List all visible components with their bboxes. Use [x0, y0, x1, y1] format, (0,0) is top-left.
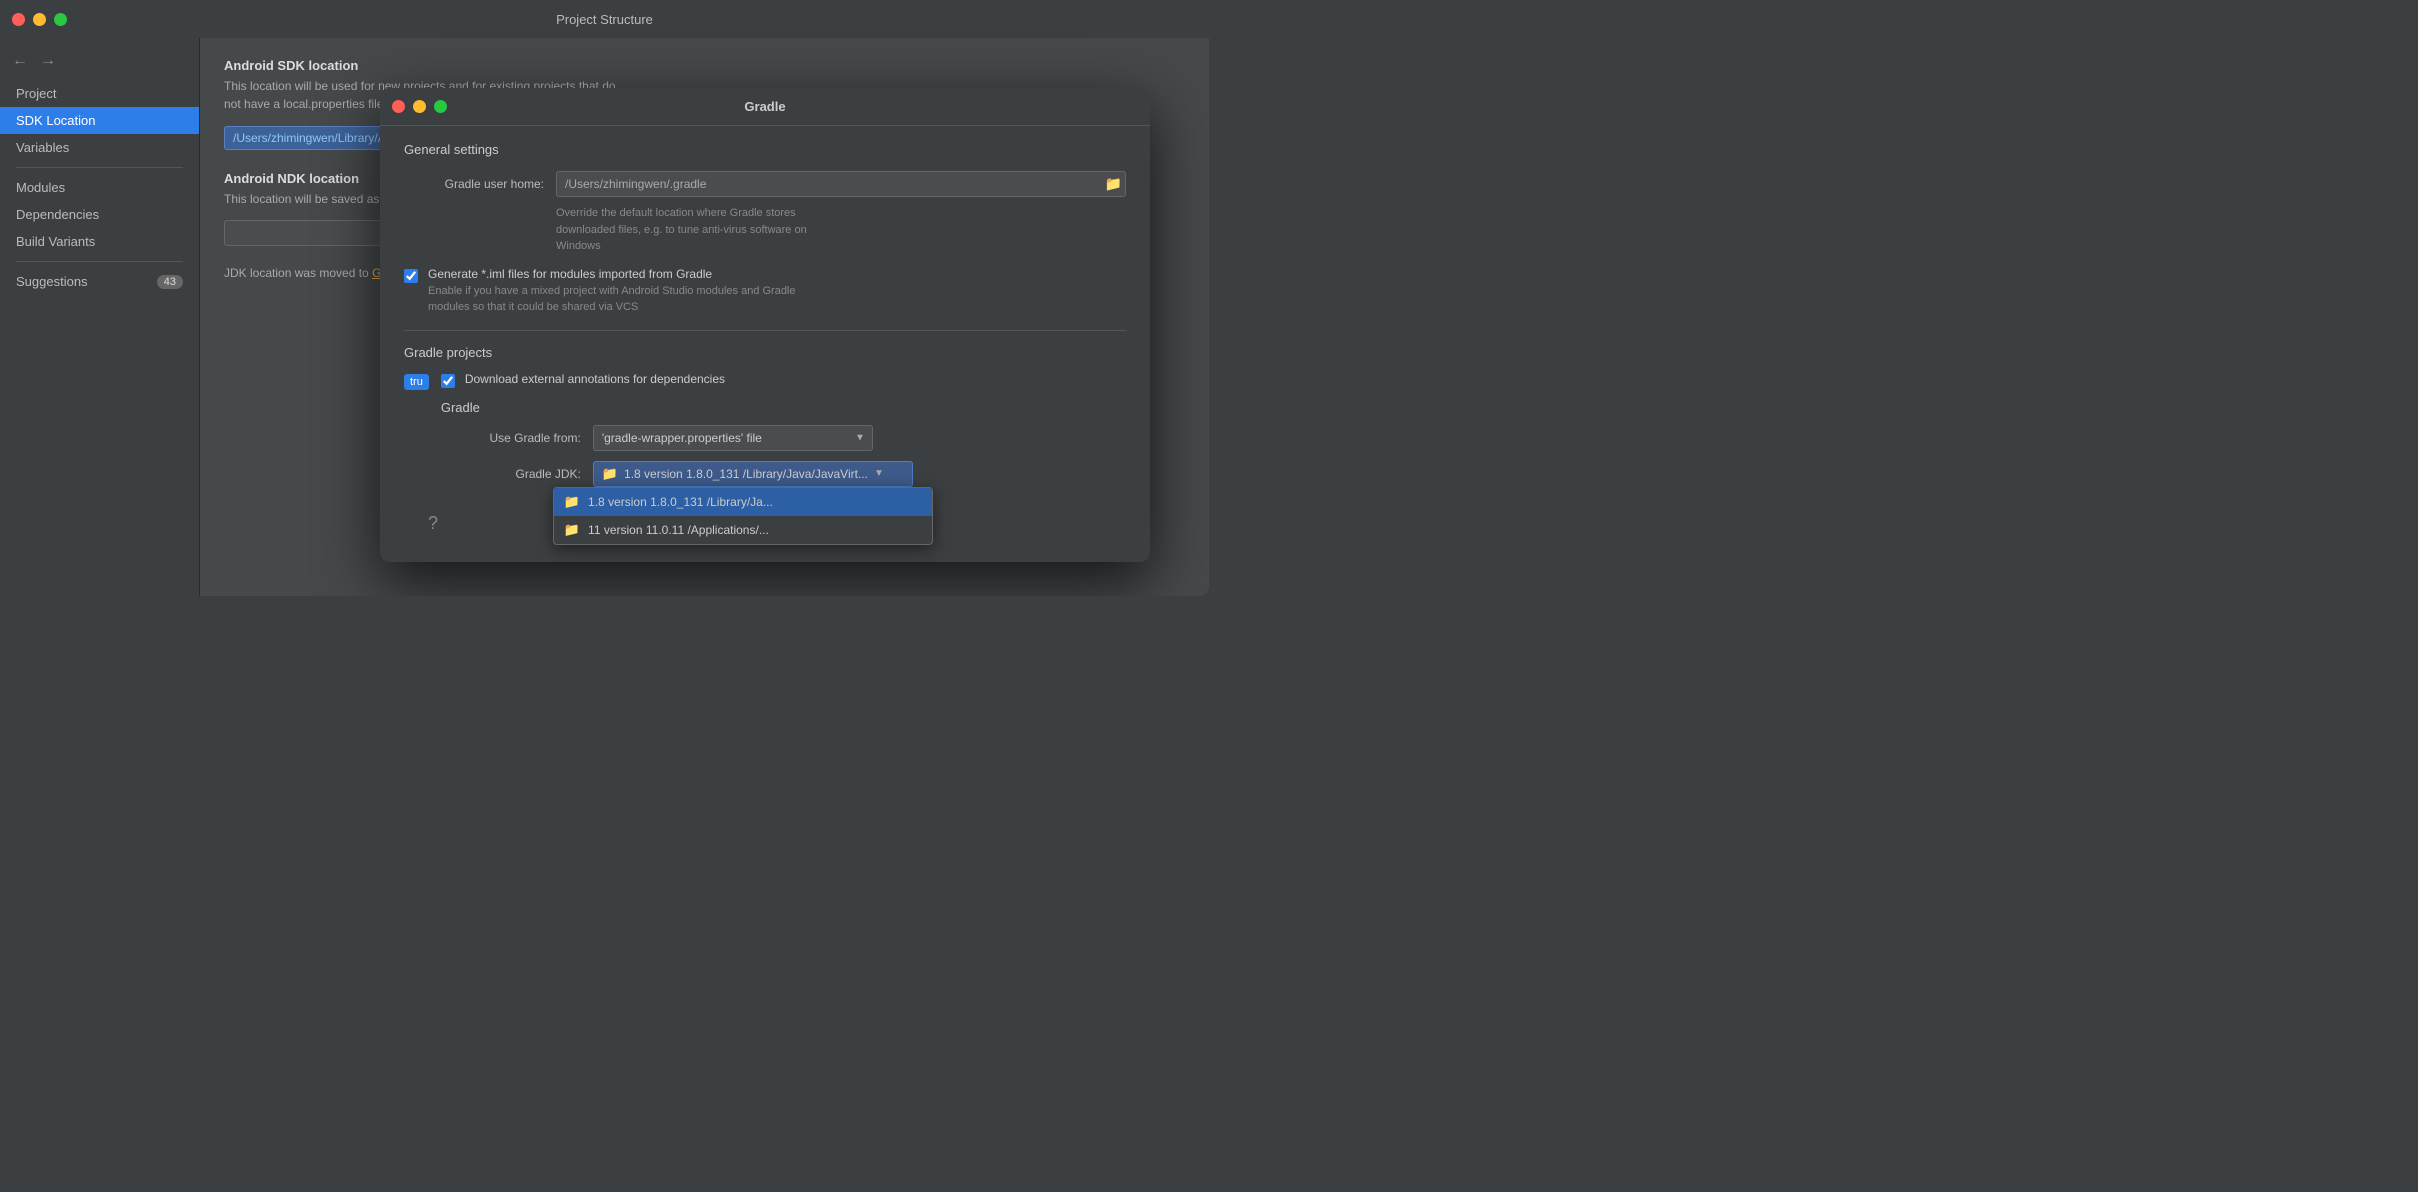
use-gradle-from-select-wrap: 'gradle-wrapper.properties' file Specifi… [593, 425, 873, 451]
sidebar-item-variables[interactable]: Variables [0, 134, 199, 161]
sidebar: ← → Project SDK Location Variables Modul… [0, 38, 200, 596]
gradle-traffic-lights [392, 100, 447, 113]
sidebar-item-dependencies[interactable]: Dependencies [0, 201, 199, 228]
generate-iml-row: Generate *.iml files for modules importe… [404, 267, 1126, 316]
gradle-modal-title: Gradle [744, 99, 785, 114]
main-title-bar: Project Structure [0, 0, 1209, 38]
use-gradle-from-label: Use Gradle from: [441, 431, 581, 445]
sidebar-nav: ← → [0, 46, 199, 80]
general-settings-title: General settings [404, 142, 1126, 157]
sidebar-divider-2 [16, 261, 183, 262]
main-close-button[interactable] [12, 13, 25, 26]
jdk-option-1-label: 1.8 version 1.8.0_131 /Library/Ja... [588, 495, 773, 509]
main-traffic-lights [12, 13, 67, 26]
download-annotations-checkbox[interactable] [441, 374, 455, 388]
gradle-divider [404, 330, 1126, 331]
jdk-option-2-icon: 📁 [564, 522, 580, 538]
project-tag: tru [404, 374, 429, 390]
gradle-jdk-input[interactable]: 📁 1.8 version 1.8.0_131 /Library/Java/Ja… [593, 461, 913, 487]
use-gradle-from-row: Use Gradle from: 'gradle-wrapper.propert… [441, 425, 913, 451]
gradle-help-button[interactable]: ? [428, 513, 438, 534]
jdk-dropdown-arrow-icon: ▼ [874, 468, 884, 479]
sidebar-item-suggestions[interactable]: Suggestions 43 [0, 268, 199, 295]
suggestions-badge: 43 [157, 275, 183, 289]
gradle-body: General settings Gradle user home: 📁 Ove… [380, 126, 1150, 562]
gradle-override-desc: Override the default location where Grad… [556, 205, 1126, 255]
projects-row: tru Download external annotations for de… [404, 372, 1126, 495]
main-window-title: Project Structure [556, 12, 653, 27]
back-button[interactable]: ← [8, 50, 32, 72]
android-sdk-title: Android SDK location [224, 58, 1185, 73]
gradle-close-button[interactable] [392, 100, 405, 113]
gradle-user-home-input-wrap: 📁 [556, 171, 1126, 197]
sidebar-item-modules[interactable]: Modules [0, 174, 199, 201]
forward-button[interactable]: → [36, 50, 60, 72]
use-gradle-from-select[interactable]: 'gradle-wrapper.properties' file Specifi… [593, 425, 873, 451]
generate-iml-labels: Generate *.iml files for modules importe… [428, 267, 796, 316]
gradle-modal: Gradle General settings Gradle user home… [380, 88, 1150, 562]
gradle-sub-header: Gradle [441, 400, 913, 415]
gradle-jdk-dropdown: 📁 1.8 version 1.8.0_131 /Library/Ja... 📁… [553, 487, 933, 545]
download-annotations-label: Download external annotations for depend… [465, 372, 725, 386]
main-minimize-button[interactable] [33, 13, 46, 26]
sidebar-item-sdk-location[interactable]: SDK Location [0, 107, 199, 134]
main-window: Project Structure ← → Project SDK Locati… [0, 0, 1209, 596]
download-annotations-row: Download external annotations for depend… [441, 372, 913, 388]
gradle-user-home-folder-btn[interactable]: 📁 [1105, 176, 1122, 193]
gradle-projects-title: Gradle projects [404, 345, 1126, 360]
gradle-jdk-label: Gradle JDK: [441, 467, 581, 481]
generate-iml-main-label: Generate *.iml files for modules importe… [428, 267, 796, 281]
gradle-maximize-button[interactable] [434, 100, 447, 113]
gradle-jdk-row: Gradle JDK: 📁 1.8 version 1.8.0_131 /Lib… [441, 461, 913, 487]
jdk-option-1-icon: 📁 [564, 494, 580, 510]
gradle-minimize-button[interactable] [413, 100, 426, 113]
generate-iml-checkbox[interactable] [404, 269, 418, 283]
gradle-subsection: Gradle Use Gradle from: 'gradle-wrapper.… [441, 400, 913, 495]
sidebar-item-project[interactable]: Project [0, 80, 199, 107]
jdk-folder-icon: 📁 [602, 466, 618, 482]
projects-checkboxes: Download external annotations for depend… [441, 372, 913, 495]
gradle-user-home-input[interactable] [556, 171, 1126, 197]
gradle-title-bar: Gradle [380, 88, 1150, 126]
gradle-user-home-label: Gradle user home: [404, 177, 544, 191]
sidebar-divider-1 [16, 167, 183, 168]
sidebar-item-build-variants[interactable]: Build Variants [0, 228, 199, 255]
generate-iml-sub-label: Enable if you have a mixed project with … [428, 283, 796, 316]
jdk-option-1[interactable]: 📁 1.8 version 1.8.0_131 /Library/Ja... [554, 488, 932, 516]
main-maximize-button[interactable] [54, 13, 67, 26]
gradle-user-home-row: Gradle user home: 📁 [404, 171, 1126, 197]
jdk-option-2[interactable]: 📁 11 version 11.0.11 /Applications/... [554, 516, 932, 544]
jdk-option-2-label: 11 version 11.0.11 /Applications/... [588, 523, 769, 537]
gradle-jdk-value: 1.8 version 1.8.0_131 /Library/Java/Java… [624, 467, 868, 481]
